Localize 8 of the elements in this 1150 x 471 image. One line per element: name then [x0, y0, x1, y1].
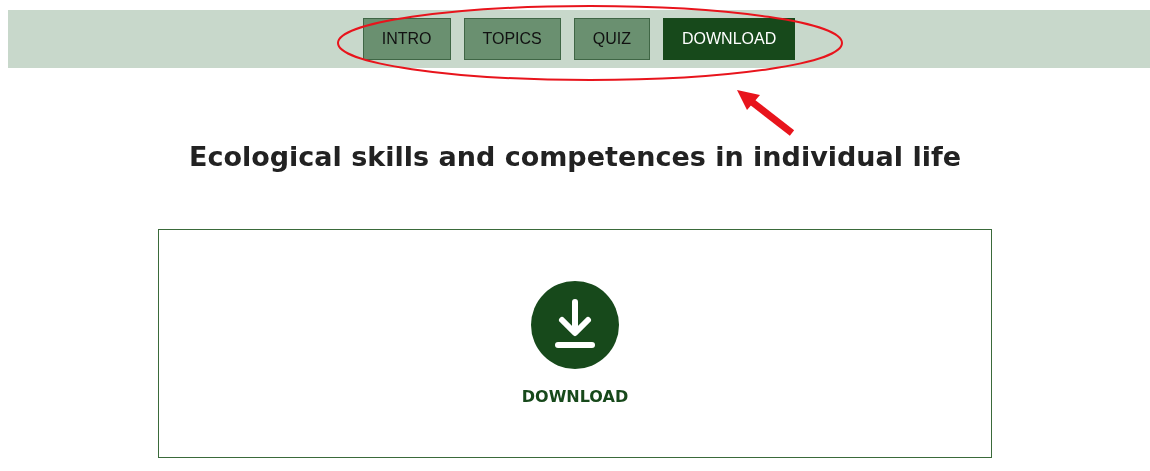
nav-tab[interactable]: TOPICS [463, 18, 561, 60]
page-heading: Ecological skills and competences in individual life [188, 140, 962, 174]
download-link[interactable]: DOWNLOAD [521, 387, 629, 406]
nav-tab[interactable]: QUIZ [573, 18, 650, 60]
download-icon[interactable] [530, 280, 620, 370]
nav-tab[interactable]: DOWNLOAD [663, 18, 796, 60]
nav-tab[interactable]: INTRO [362, 18, 451, 60]
annotation-arrow [737, 90, 795, 136]
